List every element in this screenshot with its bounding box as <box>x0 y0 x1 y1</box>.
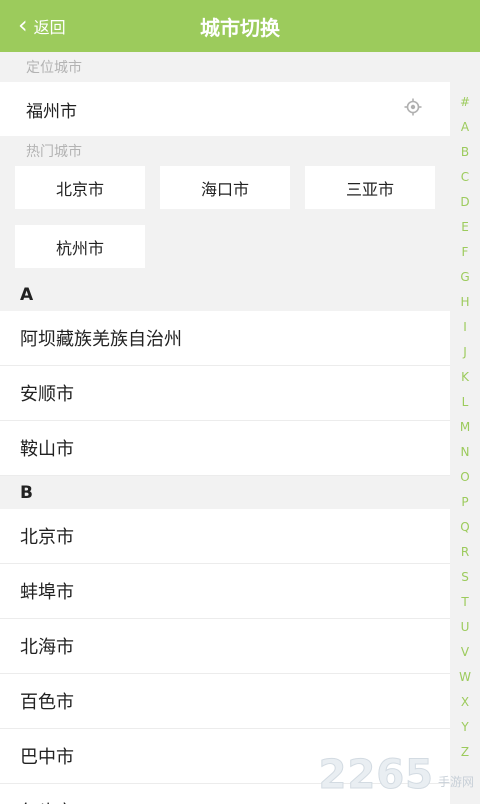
city-row[interactable]: 安顺市 <box>0 366 450 421</box>
index-letter[interactable]: Q <box>460 515 469 540</box>
watermark-number: 2265 <box>318 752 434 799</box>
index-letter[interactable]: W <box>459 665 471 690</box>
index-letter[interactable]: A <box>461 115 469 140</box>
site-watermark: 2265 手游网 <box>318 752 474 799</box>
index-letter[interactable]: E <box>461 215 469 240</box>
index-letter[interactable]: I <box>463 315 467 340</box>
hot-city-button[interactable]: 杭州市 <box>15 225 145 268</box>
index-letter[interactable]: J <box>463 340 467 365</box>
city-row[interactable]: 百色市 <box>0 674 450 729</box>
city-row[interactable]: 北海市 <box>0 619 450 674</box>
index-letter[interactable]: Y <box>461 715 468 740</box>
index-letter[interactable]: U <box>461 615 470 640</box>
index-letter[interactable]: L <box>462 390 469 415</box>
index-letter[interactable]: R <box>461 540 469 565</box>
index-letter[interactable]: B <box>461 140 469 165</box>
index-letter[interactable]: # <box>460 90 470 115</box>
located-city-name: 福州市 <box>26 101 77 122</box>
hot-city-button[interactable]: 海口市 <box>160 166 290 209</box>
city-list[interactable]: 定位城市 福州市 热门城市 北京市 海口市 三亚市 杭州市 A 阿坝藏族羌族自治… <box>0 52 450 804</box>
index-letter[interactable]: M <box>460 415 470 440</box>
index-letter[interactable]: C <box>461 165 469 190</box>
index-letter[interactable]: X <box>461 690 469 715</box>
index-letter[interactable]: K <box>461 365 469 390</box>
watermark-text: 手游网 <box>437 775 474 789</box>
hot-city-button[interactable]: 三亚市 <box>305 166 435 209</box>
city-row[interactable]: 蚌埠市 <box>0 564 450 619</box>
index-letter[interactable]: S <box>461 565 469 590</box>
index-letter[interactable]: F <box>462 240 469 265</box>
hot-city-grid: 北京市 海口市 三亚市 杭州市 <box>0 166 450 278</box>
index-letter[interactable]: O <box>460 465 469 490</box>
index-letter[interactable]: G <box>460 265 469 290</box>
location-target-icon[interactable] <box>404 98 422 121</box>
city-row[interactable]: 阿坝藏族羌族自治州 <box>0 311 450 366</box>
index-letter[interactable]: V <box>461 640 469 665</box>
city-row[interactable]: 北京市 <box>0 509 450 564</box>
alphabet-index[interactable]: # A B C D E F G H I J K L M N O P Q R S T U V W X Y Z <box>450 90 480 765</box>
index-letter[interactable]: T <box>461 590 468 615</box>
index-letter[interactable]: H <box>460 290 469 315</box>
letter-header-b: B <box>0 476 450 509</box>
city-switch-screen: ‹ 返回 城市切换 定位城市 福州市 热门城市 北京市 海口市 三亚市 杭州市 … <box>0 0 480 804</box>
index-letter[interactable]: D <box>460 190 469 215</box>
index-letter[interactable]: P <box>461 490 468 515</box>
hot-caption: 热门城市 <box>26 144 82 160</box>
page-title: 城市切换 <box>200 15 280 40</box>
header-bar: ‹ 返回 城市切换 <box>0 0 480 52</box>
city-row[interactable]: 鞍山市 <box>0 421 450 476</box>
located-caption: 定位城市 <box>26 60 82 76</box>
hot-city-button[interactable]: 北京市 <box>15 166 145 209</box>
located-city-row[interactable]: 福州市 <box>0 82 450 136</box>
index-letter[interactable]: N <box>461 440 470 465</box>
letter-header-a: A <box>0 278 450 311</box>
